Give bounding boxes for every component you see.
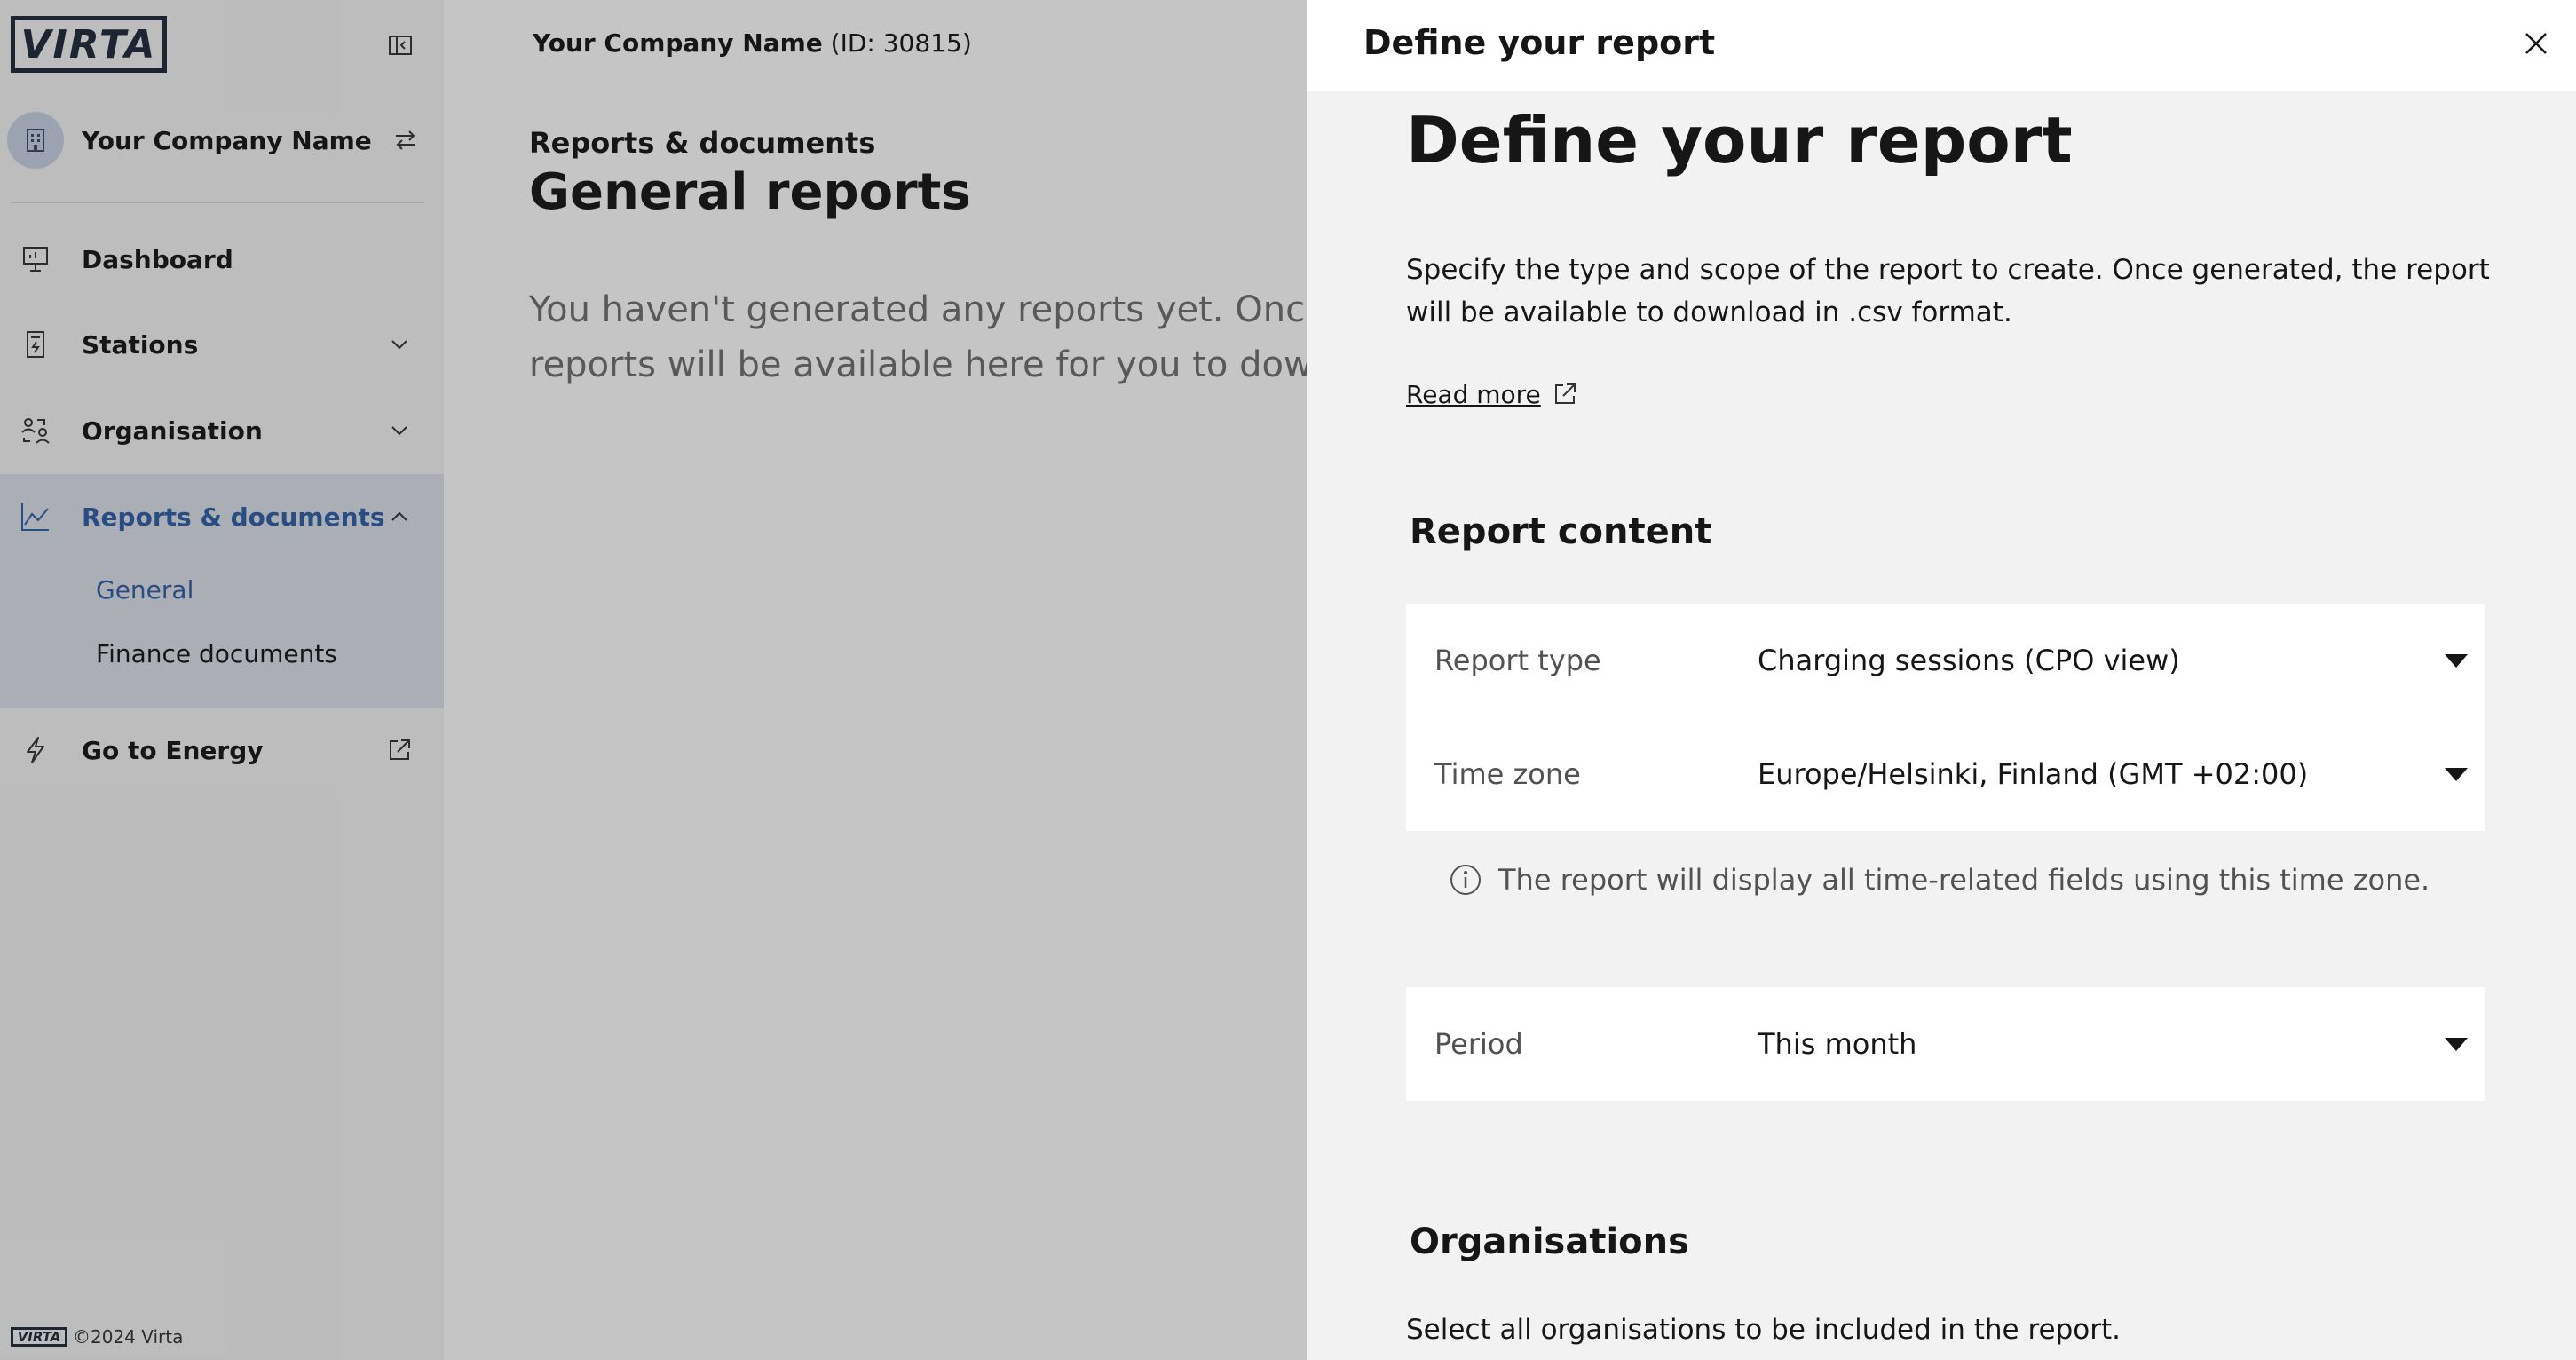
report-type-label: Report type [1434, 644, 1601, 677]
close-icon [2525, 33, 2547, 54]
time-zone-select[interactable]: Time zone Europe/Helsinki, Finland (GMT … [1406, 717, 2485, 831]
drawer-title: Define your report [1406, 103, 2073, 178]
time-zone-value: Europe/Helsinki, Finland (GMT +02:00) [1758, 757, 2309, 791]
caret-down-icon [2445, 1037, 2468, 1051]
read-more-label: Read more [1406, 380, 1541, 409]
drawer-intro: Specify the type and scope of the report… [1406, 254, 2490, 328]
caret-down-icon [2445, 767, 2468, 781]
report-content-fields: Report type Charging sessions (CPO view)… [1406, 604, 2485, 831]
period-label: Period [1434, 1027, 1523, 1061]
close-button[interactable] [2516, 23, 2556, 64]
info-icon [1449, 863, 1482, 897]
time-zone-hint-text: The report will display all time-related… [1498, 863, 2430, 897]
time-zone-label: Time zone [1434, 757, 1581, 791]
external-link-icon [1552, 381, 1580, 409]
drawer-header: Define your report [1307, 0, 2576, 91]
drawer-header-title: Define your report [1363, 23, 1716, 62]
report-type-select[interactable]: Report type Charging sessions (CPO view) [1406, 604, 2485, 717]
modal-overlay[interactable] [0, 0, 1307, 1360]
report-type-value: Charging sessions (CPO view) [1758, 644, 2180, 677]
define-report-drawer: Define your report Define your report Sp… [1307, 0, 2576, 1360]
read-more-link[interactable]: Read more [1406, 380, 1580, 409]
time-zone-hint: The report will display all time-related… [1449, 863, 2430, 897]
period-fields: Period This month [1406, 987, 2485, 1101]
period-value: This month [1758, 1027, 1917, 1061]
caret-down-icon [2445, 653, 2468, 668]
period-select[interactable]: Period This month [1406, 987, 2485, 1101]
organisations-heading: Organisations [1410, 1222, 1689, 1262]
organisations-description: Select all organisations to be included … [1406, 1314, 2122, 1346]
report-content-heading: Report content [1410, 511, 1712, 552]
